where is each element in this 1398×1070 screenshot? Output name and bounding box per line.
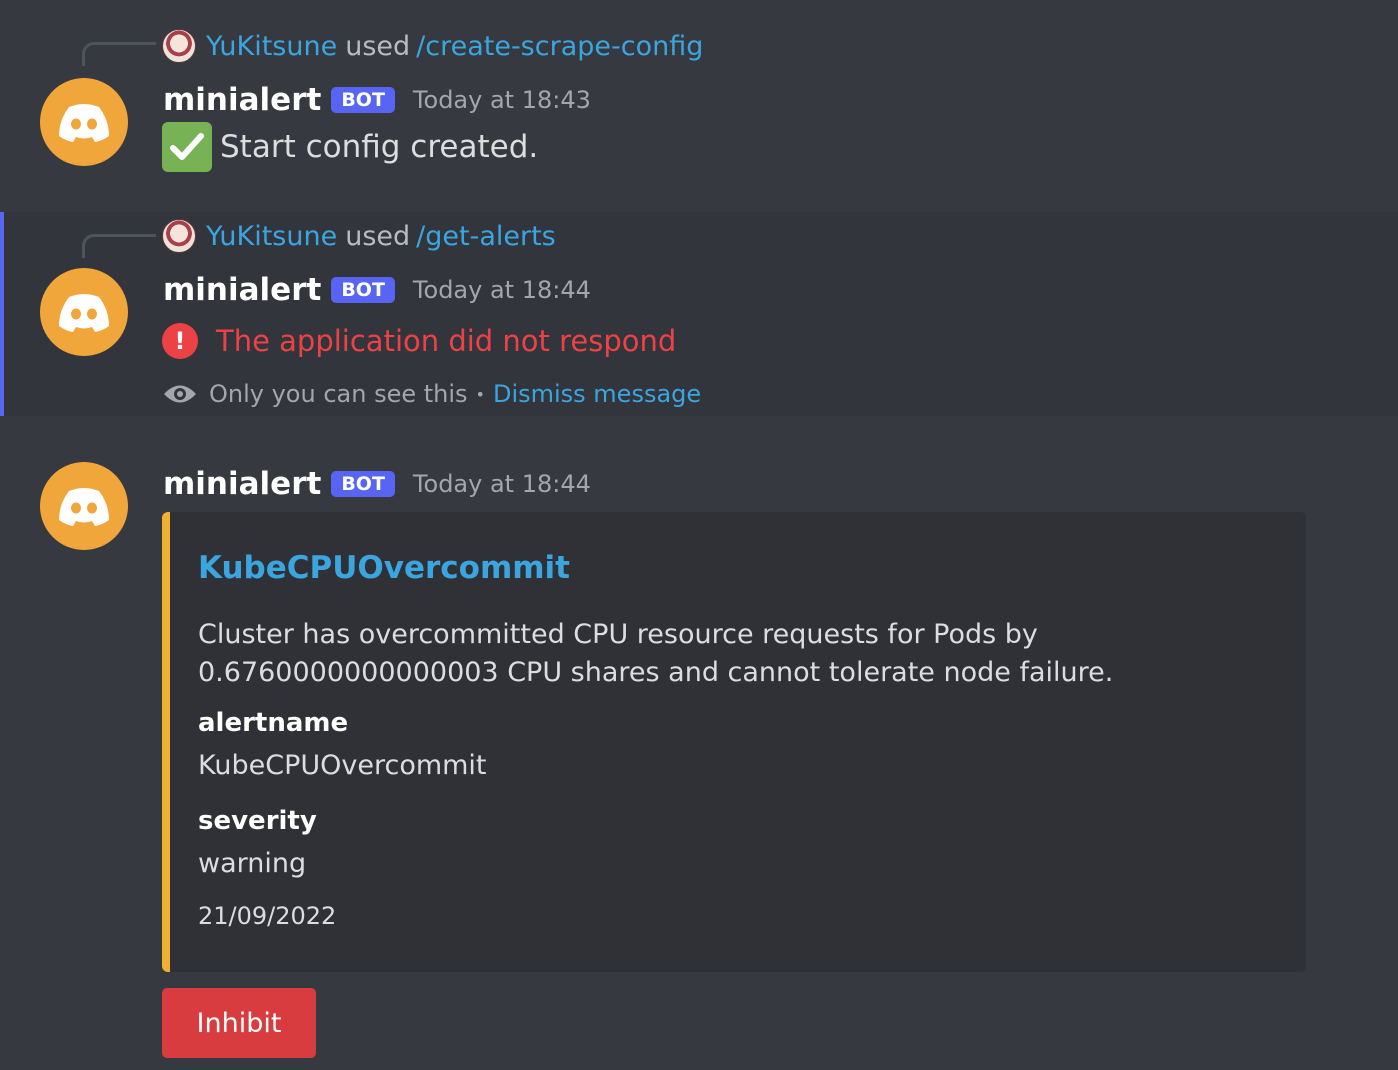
bot-tag: BOT xyxy=(331,87,395,113)
discord-logo-icon xyxy=(59,294,109,332)
alert-embed: KubeCPUOvercommit Cluster has overcommit… xyxy=(162,512,1306,972)
message-create-scrape-config: YuKitsune used /create-scrape-config min… xyxy=(0,0,1398,212)
embed-description: Cluster has overcommitted CPU resource r… xyxy=(198,619,1114,688)
reply-used-text: used xyxy=(345,220,411,252)
bot-avatar[interactable] xyxy=(40,462,128,550)
embed-footer-date: 21/09/2022 xyxy=(198,902,337,930)
command-reply-line[interactable]: YuKitsune used /get-alerts xyxy=(162,216,556,256)
reply-username[interactable]: YuKitsune xyxy=(206,31,337,62)
reply-used-text: used xyxy=(345,30,411,62)
bot-avatar[interactable] xyxy=(40,268,128,356)
timestamp[interactable]: Today at 18:44 xyxy=(413,470,591,498)
bot-tag: BOT xyxy=(331,277,395,303)
discord-logo-icon xyxy=(59,104,109,142)
field-value-alertname: KubeCPUOvercommit xyxy=(198,750,487,781)
message-content: ! The application did not respond xyxy=(162,316,676,366)
author-name[interactable]: minialert xyxy=(163,82,321,118)
message-get-alerts: YuKitsune used /get-alerts minialert BOT… xyxy=(0,212,1398,416)
message-header: minialert BOT Today at 18:44 xyxy=(163,462,591,506)
author-name[interactable]: minialert xyxy=(163,466,321,502)
bot-tag: BOT xyxy=(331,471,395,497)
field-name-alertname: alertname xyxy=(198,708,349,738)
reply-spine xyxy=(82,234,156,258)
message-alert-embed: minialert BOT Today at 18:44 KubeCPUOver… xyxy=(0,416,1398,1070)
reply-username[interactable]: YuKitsune xyxy=(206,221,337,252)
eye-icon xyxy=(163,383,197,405)
inhibit-button[interactable]: Inhibit xyxy=(162,988,316,1058)
exclamation-icon: ! xyxy=(162,323,198,359)
embed-title[interactable]: KubeCPUOvercommit xyxy=(198,550,570,586)
timestamp[interactable]: Today at 18:43 xyxy=(413,86,591,114)
separator-bullet: • xyxy=(475,384,485,404)
message-header: minialert BOT Today at 18:43 xyxy=(163,78,591,122)
timestamp[interactable]: Today at 18:44 xyxy=(413,276,591,304)
message-header: minialert BOT Today at 18:44 xyxy=(163,268,591,312)
reply-spine xyxy=(82,42,156,66)
dismiss-message-link[interactable]: Dismiss message xyxy=(493,380,701,408)
reply-command[interactable]: /create-scrape-config xyxy=(416,31,703,62)
author-name[interactable]: minialert xyxy=(163,272,321,308)
reply-command[interactable]: /get-alerts xyxy=(416,221,556,252)
ephemeral-notice: Only you can see this • Dismiss message xyxy=(163,374,701,414)
message-content: Start config created. xyxy=(162,122,538,172)
ephemeral-text: Only you can see this xyxy=(209,380,468,408)
chat-messages: YuKitsune used /create-scrape-config min… xyxy=(0,0,1398,1070)
message-text: Start config created. xyxy=(220,129,539,165)
field-name-severity: severity xyxy=(198,806,317,836)
error-text: The application did not respond xyxy=(216,324,677,358)
user-mini-avatar[interactable] xyxy=(162,219,196,253)
discord-logo-icon xyxy=(59,488,109,526)
white-check-mark-icon xyxy=(162,122,212,172)
command-reply-line[interactable]: YuKitsune used /create-scrape-config xyxy=(162,26,703,66)
field-value-severity: warning xyxy=(198,848,307,879)
bot-avatar[interactable] xyxy=(40,78,128,166)
user-mini-avatar[interactable] xyxy=(162,29,196,63)
